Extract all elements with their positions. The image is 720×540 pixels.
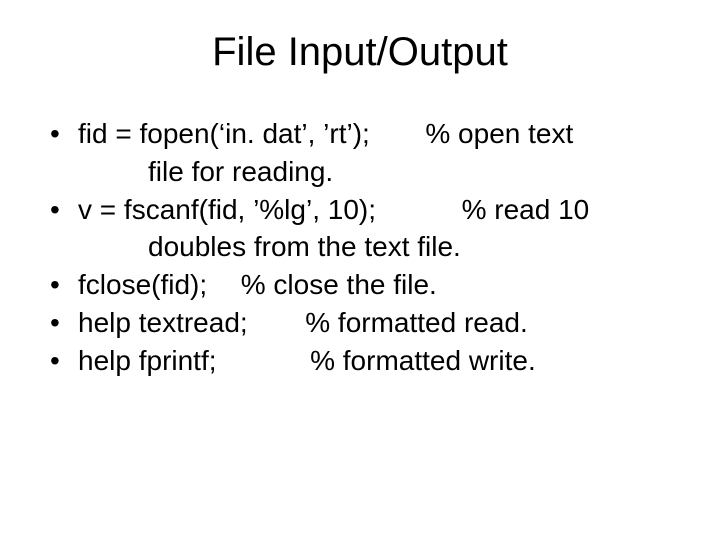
code-text: help textread; [78,307,248,338]
continuation-text: doubles from the text file. [78,228,680,266]
code-text: fid = fopen(‘in. dat’, ’rt’); [78,118,370,149]
list-item: help textread; % formatted read. [50,304,680,342]
list-item: v = fscanf(fid, ’%lg’, 10); % read 10 do… [50,191,680,267]
slide-title: File Input/Output [40,30,680,75]
bullet-list: fid = fopen(‘in. dat’, ’rt’); % open tex… [50,115,680,380]
slide: File Input/Output fid = fopen(‘in. dat’,… [0,0,720,540]
list-item: fid = fopen(‘in. dat’, ’rt’); % open tex… [50,115,680,191]
code-text: help fprintf; [78,345,217,376]
comment-text: % open text [425,118,573,149]
list-item: fclose(fid); % close the file. [50,266,680,304]
comment-text: % read 10 [462,194,590,225]
comment-text: % formatted write. [310,345,536,376]
continuation-text: file for reading. [78,153,680,191]
code-text: v = fscanf(fid, ’%lg’, 10); [78,194,376,225]
code-text: fclose(fid); [78,269,207,300]
comment-text: % close the file. [241,269,437,300]
list-item: help fprintf; % formatted write. [50,342,680,380]
comment-text: % formatted read. [305,307,528,338]
